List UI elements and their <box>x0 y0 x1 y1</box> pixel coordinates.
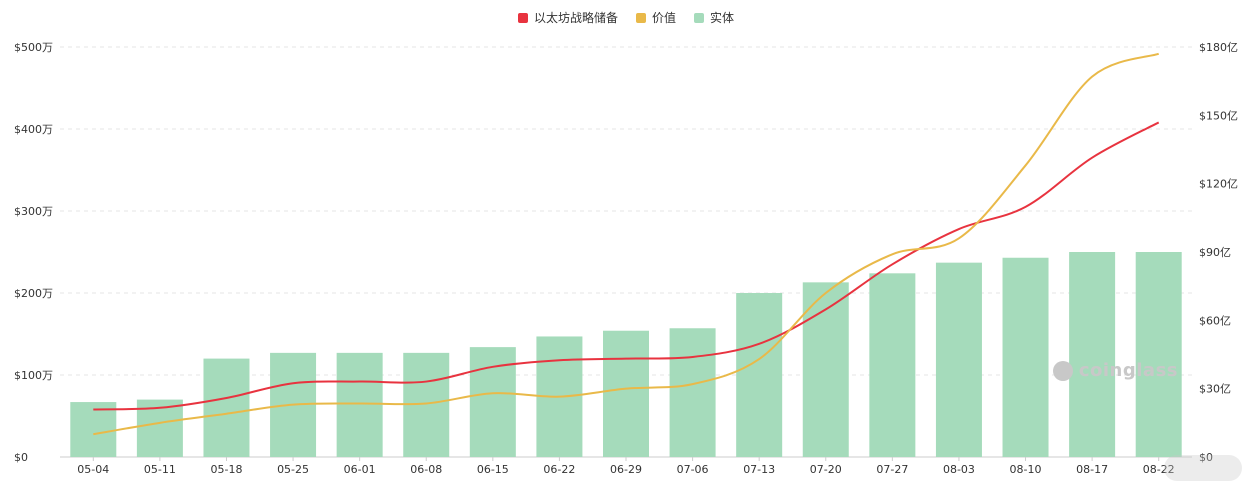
left-axis-tick-label: $0 <box>14 451 28 464</box>
right-axis-tick-label: $90亿 <box>1199 246 1231 259</box>
coinglass-watermark: coinglass <box>1052 360 1178 381</box>
x-axis-tick-label: 06-29 <box>610 463 642 476</box>
left-axis-tick-label: $400万 <box>14 123 53 136</box>
right-axis-tick-label: $150亿 <box>1199 109 1238 122</box>
watermark-text: coinglass <box>1078 360 1178 381</box>
x-axis-tick-label: 05-04 <box>77 463 109 476</box>
x-axis-tick-label: 08-03 <box>943 463 975 476</box>
bar <box>1135 252 1182 457</box>
x-axis-tick-label: 06-15 <box>477 463 509 476</box>
x-axis-tick-label: 07-20 <box>810 463 842 476</box>
bar <box>935 262 982 457</box>
bar <box>336 352 383 457</box>
chart-canvas: $0$100万$200万$300万$400万$500万$0$30亿$60亿$90… <box>14 41 1238 476</box>
x-axis-tick-label: 08-17 <box>1076 463 1108 476</box>
left-axis-tick-label: $300万 <box>14 205 53 218</box>
bar <box>669 328 716 457</box>
bar <box>1002 257 1049 457</box>
x-axis-tick-label: 05-25 <box>277 463 309 476</box>
x-axis-tick-label: 08-10 <box>1010 463 1042 476</box>
bar <box>736 293 783 457</box>
left-axis-tick-label: $200万 <box>14 287 53 300</box>
x-axis-tick-label: 07-06 <box>677 463 709 476</box>
x-axis-tick-label: 06-22 <box>543 463 575 476</box>
left-axis-tick-label: $100万 <box>14 369 53 382</box>
x-axis-tick-label: 05-18 <box>210 463 242 476</box>
bar <box>603 330 649 457</box>
bar <box>203 358 250 457</box>
right-axis-tick-label: $30亿 <box>1199 383 1231 396</box>
corner-logo-badge <box>1164 455 1242 481</box>
coinglass-logo-icon <box>1052 361 1073 381</box>
x-axis-tick-label: 07-27 <box>876 463 908 476</box>
x-axis-tick-label: 05-11 <box>144 463 176 476</box>
x-axis-tick-label: 06-01 <box>344 463 376 476</box>
right-axis-tick-label: $120亿 <box>1199 178 1238 191</box>
bar <box>1069 252 1116 457</box>
x-axis-tick-label: 06-08 <box>410 463 442 476</box>
x-axis-tick-label: 07-13 <box>743 463 775 476</box>
right-axis-tick-label: $180亿 <box>1199 41 1238 54</box>
left-axis-tick-label: $500万 <box>14 41 53 54</box>
right-axis-tick-label: $60亿 <box>1199 314 1231 327</box>
bar <box>869 273 916 457</box>
